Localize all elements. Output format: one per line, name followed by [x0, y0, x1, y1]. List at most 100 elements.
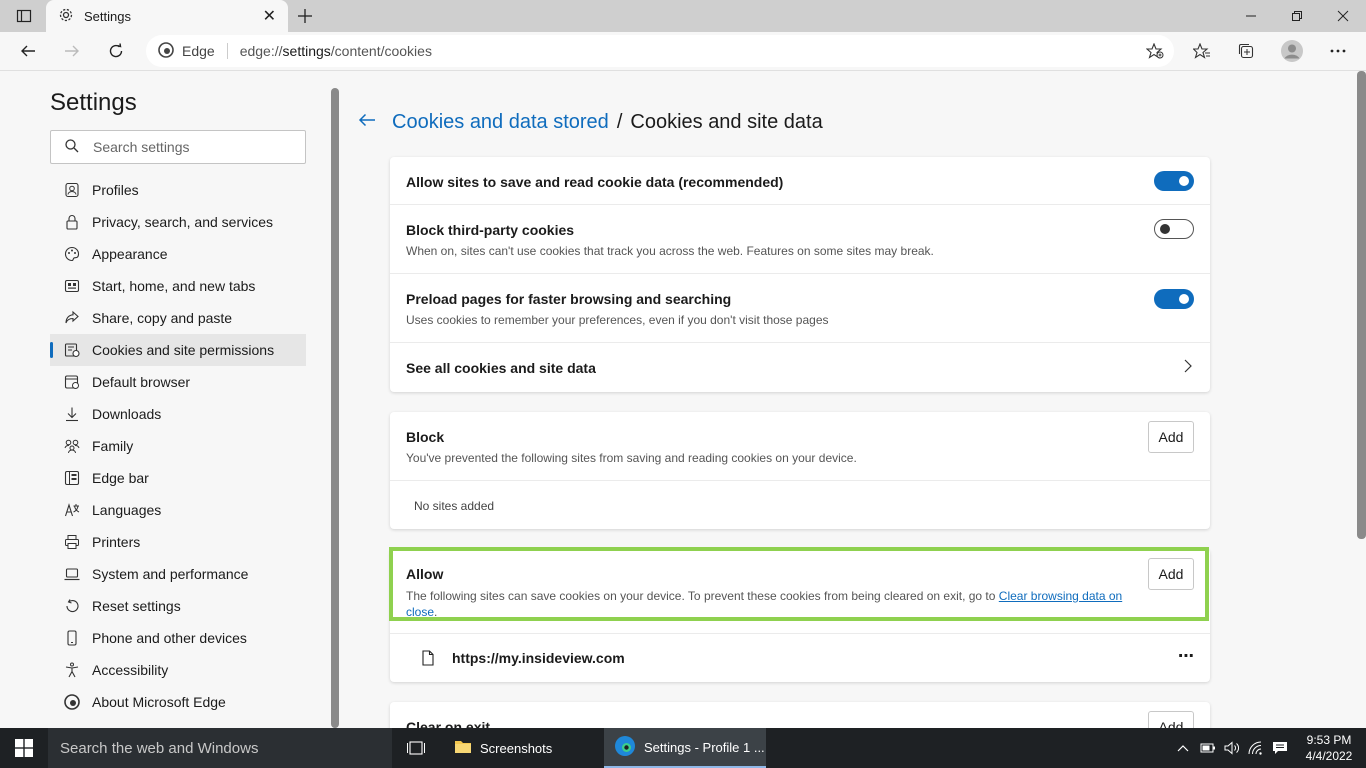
sidebar-item-label: Downloads	[92, 406, 162, 422]
preload-desc: Uses cookies to remember your preference…	[406, 313, 829, 327]
palette-icon	[64, 246, 80, 262]
clear-on-exit-card: Clear on exit Add	[390, 702, 1210, 728]
notifications-icon[interactable]	[1268, 728, 1292, 768]
refresh-button[interactable]	[100, 35, 132, 67]
edge-logo-icon	[64, 694, 80, 710]
minimize-button[interactable]	[1228, 0, 1274, 32]
title-bar: Settings ✕	[0, 0, 1366, 32]
allow-desc: The following sites can save cookies on …	[406, 589, 1123, 619]
sidebar-item-label: Family	[92, 438, 134, 454]
sidebar-item-label: About Microsoft Edge	[92, 694, 226, 710]
close-window-button[interactable]	[1320, 0, 1366, 32]
taskbar-app-screenshots[interactable]: Screenshots	[444, 728, 600, 768]
sidebar-item-label: Privacy, search, and services	[92, 214, 274, 230]
sidebar-item-edge-bar[interactable]: Edge bar	[50, 462, 306, 494]
sidebar-item-family[interactable]: Family	[50, 430, 306, 462]
taskbar-app-edge-settings[interactable]: Settings - Profile 1 ...	[604, 728, 766, 768]
wifi-icon[interactable]	[1244, 728, 1268, 768]
sidebar-item-languages[interactable]: Languages	[50, 494, 306, 526]
taskbar-search[interactable]: Search the web and Windows	[48, 728, 392, 768]
allowed-site-url: https://my.insideview.com	[452, 650, 625, 666]
breadcrumb-parent-link[interactable]: Cookies and data stored	[392, 111, 609, 134]
settings-main: Cookies and data stored / Cookies and si…	[340, 71, 1358, 728]
new-tab-button[interactable]	[290, 2, 320, 30]
forward-button[interactable]	[56, 35, 88, 67]
windows-taskbar: Search the web and Windows Screenshots S…	[0, 728, 1366, 768]
taskbar-clock[interactable]: 9:53 PM 4/4/2022	[1296, 732, 1362, 764]
family-icon	[64, 438, 80, 454]
battery-icon[interactable]	[1196, 728, 1220, 768]
close-tab-icon[interactable]: ✕	[263, 6, 276, 26]
profile-icon	[64, 182, 80, 198]
clear-on-exit-add-button[interactable]: Add	[1148, 711, 1194, 728]
favorites-icon[interactable]	[1186, 35, 1218, 67]
start-icon	[64, 278, 80, 294]
block-add-button[interactable]: Add	[1148, 421, 1194, 453]
block-third-party-toggle[interactable]	[1154, 219, 1194, 239]
sidebar-item-phone[interactable]: Phone and other devices	[50, 622, 306, 654]
block-card: Block You've prevented the following sit…	[390, 412, 1210, 529]
sidebar-item-label: Start, home, and new tabs	[92, 278, 256, 294]
block-empty-text: No sites added	[414, 499, 495, 513]
phone-icon	[64, 630, 80, 646]
cookie-settings-card: Allow sites to save and read cookie data…	[390, 157, 1210, 392]
edge-logo-icon	[614, 735, 636, 760]
printer-icon	[64, 534, 80, 550]
sidebar-item-share-copy[interactable]: Share, copy and paste	[50, 302, 306, 334]
breadcrumb: Cookies and data stored / Cookies and si…	[358, 111, 823, 134]
sidebar-item-accessibility[interactable]: Accessibility	[50, 654, 306, 686]
chevron-up-icon[interactable]	[1172, 728, 1194, 768]
allow-add-button[interactable]: Add	[1148, 558, 1194, 590]
accessibility-icon	[64, 662, 80, 678]
download-icon	[64, 406, 80, 422]
taskbar-search-text: Search the web and Windows	[60, 739, 259, 757]
address-bar[interactable]: Edge edge://settings/content/cookies	[146, 35, 1174, 67]
search-input[interactable]	[93, 139, 293, 155]
sidebar-item-profiles[interactable]: Profiles	[50, 174, 306, 206]
tab-title: Settings	[84, 8, 131, 24]
sidebar-item-printers[interactable]: Printers	[50, 526, 306, 558]
sidebar-item-label: Cookies and site permissions	[92, 342, 275, 358]
sidebar-item-label: Reset settings	[92, 598, 181, 614]
sidebar-item-system[interactable]: System and performance	[50, 558, 306, 590]
clock-time: 9:53 PM	[1306, 733, 1352, 747]
volume-icon[interactable]	[1220, 728, 1244, 768]
chevron-right-icon	[1184, 359, 1192, 376]
back-arrow-icon[interactable]	[358, 111, 378, 134]
browser-tab-settings[interactable]: Settings ✕	[46, 0, 288, 32]
search-settings-box[interactable]	[50, 130, 306, 164]
sidebar-item-reset[interactable]: Reset settings	[50, 590, 306, 622]
block-title: Block	[406, 429, 445, 445]
back-button[interactable]	[12, 35, 44, 67]
sidebar-item-privacy[interactable]: Privacy, search, and services	[50, 206, 306, 238]
settings-sidebar: Settings Profiles Privacy, search, and s…	[0, 71, 340, 728]
allow-cookies-toggle[interactable]	[1154, 171, 1194, 191]
sidebar-item-label: Default browser	[92, 374, 191, 390]
collections-icon[interactable]	[1230, 35, 1262, 67]
add-favorite-icon[interactable]	[1145, 42, 1164, 62]
sidebar-item-start-home[interactable]: Start, home, and new tabs	[50, 270, 306, 302]
main-scrollbar[interactable]	[1357, 71, 1366, 539]
sidebar-item-label: Accessibility	[92, 662, 169, 678]
sidebar-item-appearance[interactable]: Appearance	[50, 238, 306, 270]
lock-icon	[64, 214, 80, 230]
see-all-cookies-row[interactable]: See all cookies and site data	[390, 343, 1210, 391]
sidebar-scrollbar[interactable]	[331, 88, 339, 728]
tab-actions-icon[interactable]	[8, 4, 40, 28]
file-icon	[422, 650, 434, 669]
sidebar-item-about[interactable]: About Microsoft Edge	[50, 686, 306, 718]
profile-avatar[interactable]	[1276, 35, 1308, 67]
more-actions-icon[interactable]: ⋯	[1178, 646, 1194, 666]
restore-button[interactable]	[1274, 0, 1320, 32]
start-button[interactable]	[0, 728, 48, 768]
omnibox-separator	[226, 43, 228, 59]
preload-toggle[interactable]	[1154, 289, 1194, 309]
allow-header-row: Allow The following sites can save cooki…	[390, 549, 1210, 634]
more-menu-icon[interactable]	[1322, 35, 1354, 67]
sidebar-item-cookies[interactable]: Cookies and site permissions	[50, 334, 306, 366]
sidebar-item-default-browser[interactable]: Default browser	[50, 366, 306, 398]
sidebar-item-label: Printers	[92, 534, 141, 550]
edge-logo-icon	[158, 41, 174, 61]
sidebar-item-downloads[interactable]: Downloads	[50, 398, 306, 430]
task-view-icon[interactable]	[398, 728, 434, 768]
